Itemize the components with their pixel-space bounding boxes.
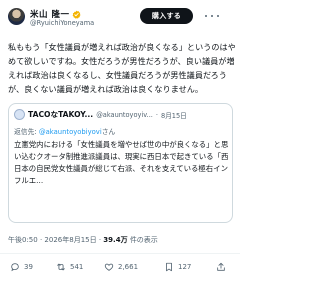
reply-mention[interactable]: @akauntoyobiyovi — [39, 128, 102, 136]
like-icon — [104, 263, 114, 271]
quoted-author-avatar — [14, 109, 25, 120]
bookmark-button[interactable]: 127 — [164, 262, 191, 272]
author-avatar[interactable] — [8, 8, 25, 25]
reply-button[interactable]: 39 — [10, 262, 33, 272]
more-icon[interactable] — [205, 10, 219, 22]
quoted-author-handle: @akauntoyoyiv... — [96, 110, 153, 119]
repost-count: 541 — [70, 263, 84, 271]
quoted-separator: · — [155, 110, 158, 119]
post-header: 米山 隆一 @RyuichiYoneyama 購入する — [0, 0, 240, 30]
divider — [0, 253, 240, 254]
quoted-reply-to: 返信先: @akauntoyobiyoviさん — [14, 126, 115, 136]
reply-count: 39 — [24, 263, 33, 271]
bookmark-icon — [166, 262, 172, 272]
bookmark-count: 127 — [178, 263, 192, 271]
views-count: 39.4万 — [103, 236, 128, 244]
share-button[interactable] — [216, 262, 226, 272]
post-text: 私ももう「女性議員が増えれば政治が良くなる」というのはやめて欲しいですね。女性だ… — [8, 42, 236, 94]
views-label: 件の表示 — [129, 236, 158, 244]
verified-badge-icon — [73, 10, 82, 19]
quoted-post-date: 8月15日 — [161, 111, 187, 120]
like-button[interactable]: 2,661 — [104, 262, 138, 272]
reply-icon — [11, 263, 19, 272]
like-count: 2,661 — [118, 263, 139, 271]
author-handle[interactable]: @RyuichiYoneyama — [30, 19, 94, 27]
quoted-author-name: TACOなTAKOY... — [28, 110, 94, 119]
quoted-post-text: 立憲党内における「女性議員を増やせば世の中が良くなる」と思い込むクオータ制推進派… — [14, 140, 229, 185]
repost-icon — [57, 263, 65, 271]
subscribe-button[interactable]: 購入する — [140, 8, 193, 24]
post-date[interactable]: 2026年8月15日 — [44, 236, 96, 244]
reply-suffix: さん — [101, 128, 116, 136]
post-meta: 午後0:50 · 2026年8月15日 · 39.4万 件の表示 — [8, 235, 158, 245]
quoted-post[interactable]: TACOなTAKOY... @akauntoyoyiv... · 8月15日 返… — [8, 103, 233, 223]
reply-prefix: 返信先: — [14, 128, 39, 136]
quoted-post-header: TACOなTAKOY... @akauntoyoyiv... · 8月15日 — [14, 109, 187, 120]
action-bar: 39 541 2,661 127 — [0, 262, 240, 278]
post-time[interactable]: 午後0:50 — [8, 236, 38, 244]
repost-button[interactable]: 541 — [56, 262, 83, 272]
share-icon — [217, 262, 225, 271]
